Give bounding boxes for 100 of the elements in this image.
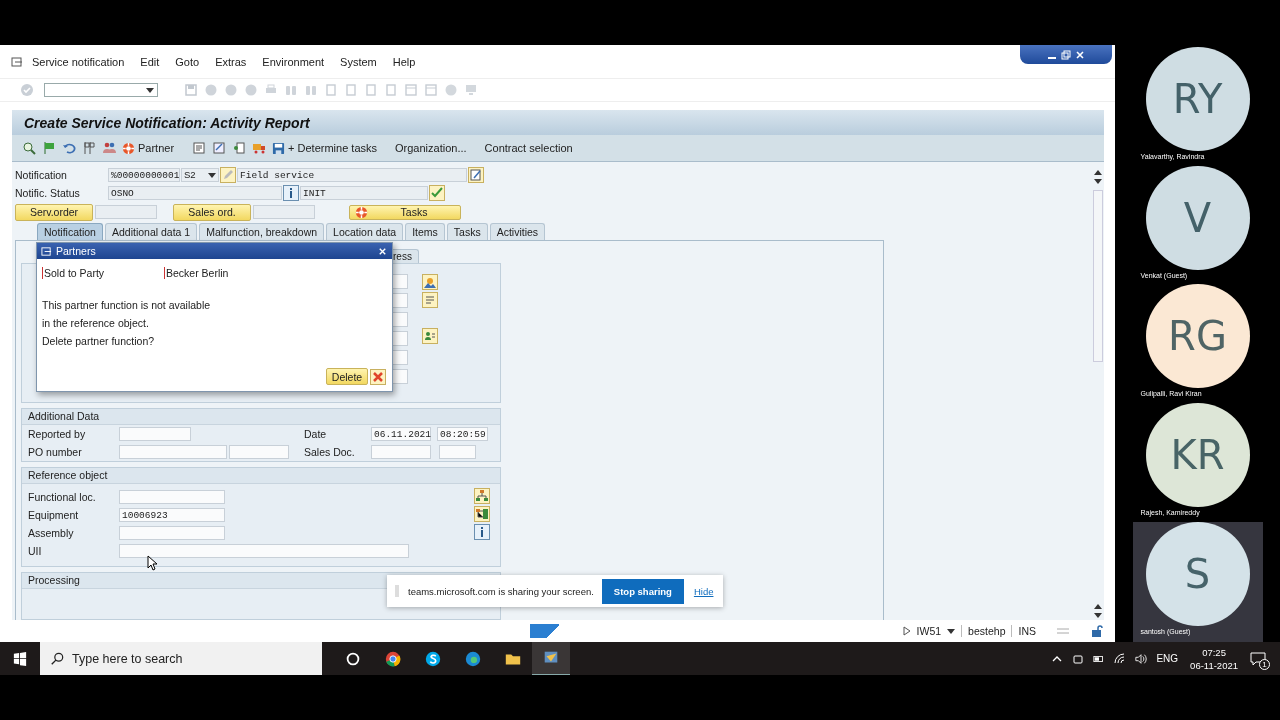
notification-type-dropdown[interactable]: S2 [181,168,219,182]
truck-icon[interactable] [252,141,267,155]
group-title: Additional Data [22,409,500,425]
chat-app-icon[interactable] [424,649,442,668]
grip-icon[interactable] [395,585,399,597]
restore-icon[interactable] [1061,49,1071,60]
input-field[interactable] [229,445,289,459]
scrollbar-thumb[interactable] [1093,190,1103,362]
language-indicator[interactable]: ENG [1156,653,1179,664]
tab[interactable]: Activities [489,223,546,240]
tab[interactable]: Malfunction, breakdown [199,223,325,240]
date-field[interactable]: 06.11.2021 [371,427,431,441]
field-label: Equipment [28,509,80,521]
undo-icon[interactable] [62,141,76,155]
input-mode: INS [1018,625,1036,637]
scroll-down-icon[interactable] [1094,613,1102,618]
input-field[interactable] [95,205,157,219]
edit-icon[interactable] [468,167,484,183]
tab[interactable]: Location data [326,223,404,240]
input-field[interactable] [371,445,431,459]
field-label: PO number [28,446,83,458]
play-icon[interactable] [902,626,911,636]
hierarchy-icon[interactable] [474,488,490,504]
input-field[interactable]: 10006923 [119,508,225,522]
browser-icon[interactable] [464,649,482,668]
input-field[interactable] [253,205,315,219]
input-field[interactable] [119,526,225,540]
message-text: This partner function is not available [42,299,212,311]
landscape-icon[interactable] [422,274,438,290]
menu-item[interactable]: Goto [175,55,200,68]
avatar: RY [1145,47,1250,151]
determine-tasks-button[interactable]: + Determine tasks [272,141,378,155]
form-icon[interactable] [212,141,227,155]
toolbar-button[interactable]: Organization... [395,142,467,154]
partner-function-label: Sold to Party [42,267,164,279]
input-field[interactable] [119,544,409,558]
clock[interactable]: 07:25 06-11-2021 [1190,645,1238,672]
input-field[interactable] [119,490,225,504]
tab[interactable]: Notification [37,223,103,240]
toolbar-button[interactable]: Contract selection [484,142,573,154]
input-field[interactable] [119,427,191,441]
people-icon[interactable] [102,141,116,155]
wifi-icon[interactable] [1114,652,1127,665]
cursor-icon [147,555,157,571]
command-field[interactable] [44,83,158,97]
stop-sharing-button[interactable]: Stop sharing [601,578,684,604]
menu-item[interactable]: Edit [140,55,160,68]
menu-item[interactable]: Service notification [32,55,125,68]
speaker-icon[interactable] [1135,652,1148,665]
lock-icon[interactable] [1090,625,1104,637]
tab[interactable]: Tasks [446,223,488,240]
app-window-icon[interactable] [532,641,570,676]
tasks-button[interactable]: Tasks [349,204,461,220]
close-icon[interactable] [1075,49,1085,60]
document-icon[interactable] [192,141,207,155]
field-label: Notific. Status [15,187,81,199]
field-label: Sales Doc. [304,446,356,458]
search-field[interactable]: Type here to search [40,642,322,675]
scroll-down-icon[interactable] [1094,179,1102,184]
input-field[interactable] [439,445,476,459]
time-field[interactable]: 08:20:59 [437,427,488,441]
document-icon[interactable] [422,292,438,308]
menu-item[interactable]: Environment [262,55,325,68]
info-icon[interactable] [283,185,299,201]
structure-icon[interactable] [474,506,490,522]
menu-icon[interactable] [11,55,23,68]
cancel-icon[interactable] [370,368,386,385]
menu-item[interactable]: Help [392,55,416,68]
input-field[interactable] [119,445,227,459]
delete-button[interactable]: Delete [326,368,368,385]
scroll-up-icon[interactable] [1094,604,1102,609]
partner-button[interactable]: Partner [122,141,175,155]
tab[interactable]: Items [405,223,445,240]
caret-icon [208,172,216,178]
navigation-button[interactable]: Sales ord. [173,203,251,221]
menu-item[interactable]: Extras [215,55,247,68]
lifebuoy-icon [122,141,135,155]
save-icon [272,141,286,155]
server-name: bestehp [968,625,1006,637]
tab[interactable]: Additional data 1 [104,223,198,240]
menu-item[interactable]: System [340,55,377,68]
person-document-icon[interactable] [422,328,438,344]
avatar: RG [1145,284,1250,389]
zoom-icon[interactable] [22,141,36,155]
flag-icon[interactable] [42,141,56,155]
browser-icon[interactable] [384,649,402,668]
checkmark-icon[interactable] [429,185,445,201]
person-document-icon[interactable] [232,141,247,155]
scroll-up-icon[interactable] [1094,170,1102,175]
field-label: UII [28,545,43,557]
check-icon[interactable] [20,83,34,97]
navigation-button[interactable]: Serv.order [15,203,93,221]
field-label: Reported by [28,428,87,440]
windows-icon[interactable] [13,651,27,666]
info-icon[interactable] [474,524,490,540]
flags-icon[interactable] [82,141,96,155]
caret-icon[interactable] [947,628,956,634]
field-label: Assembly [28,527,75,539]
dialog-title: Partners [56,245,97,257]
hide-link[interactable]: Hide [693,585,714,597]
